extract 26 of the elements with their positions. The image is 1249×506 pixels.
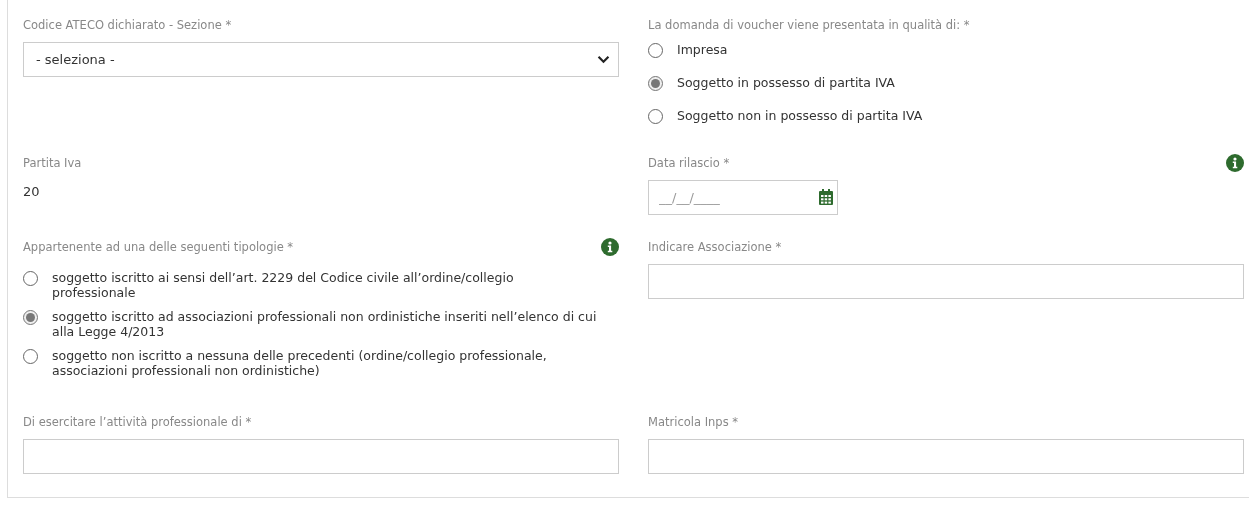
select-field[interactable]: - seleziona - xyxy=(23,42,619,77)
radio-button[interactable] xyxy=(648,76,663,91)
date-field[interactable]: __/__/____ xyxy=(648,180,838,215)
field-label: Appartenente ad una delle seguenti tipologie * xyxy=(23,239,294,255)
radio-label[interactable]: Impresa xyxy=(677,42,728,57)
text-field[interactable] xyxy=(23,439,619,474)
radio-label[interactable]: soggetto non iscritto a nessuna delle precedenti (ordine/collegio professionale, associazioni professionali non ordinistiche) xyxy=(52,348,597,378)
text-field[interactable] xyxy=(648,439,1244,474)
info-icon[interactable] xyxy=(1226,154,1244,172)
field-label: Codice ATECO dichiarato - Sezione * xyxy=(23,17,232,33)
chevron-icon xyxy=(597,55,610,64)
field-label: Di esercitare l’attività professionale di * xyxy=(23,414,252,430)
radio-label[interactable]: soggetto iscritto ai sensi dell’art. 2229 del Codice civile all’ordine/collegio professionale xyxy=(52,270,597,300)
field-label: Partita Iva xyxy=(23,155,82,171)
radio-label[interactable]: soggetto iscritto ad associazioni professionali non ordinistiche inseriti nell’elenco di cui alla Legge 4/2013 xyxy=(52,309,597,339)
field-value: 20 xyxy=(23,183,41,201)
info-icon[interactable] xyxy=(601,238,619,256)
radio-label[interactable]: Soggetto non in possesso di partita IVA xyxy=(677,108,923,123)
field-label: La domanda di voucher viene presentata in qualità di: * xyxy=(648,17,970,33)
radio-label[interactable]: Soggetto in possesso di partita IVA xyxy=(677,75,895,90)
text-field[interactable] xyxy=(648,264,1244,299)
field-label: Matricola Inps * xyxy=(648,414,739,430)
field-label: Data rilascio * xyxy=(648,155,730,171)
field-label: Indicare Associazione * xyxy=(648,239,782,255)
calendar-icon[interactable] xyxy=(819,189,833,205)
radio-button[interactable] xyxy=(23,310,38,325)
